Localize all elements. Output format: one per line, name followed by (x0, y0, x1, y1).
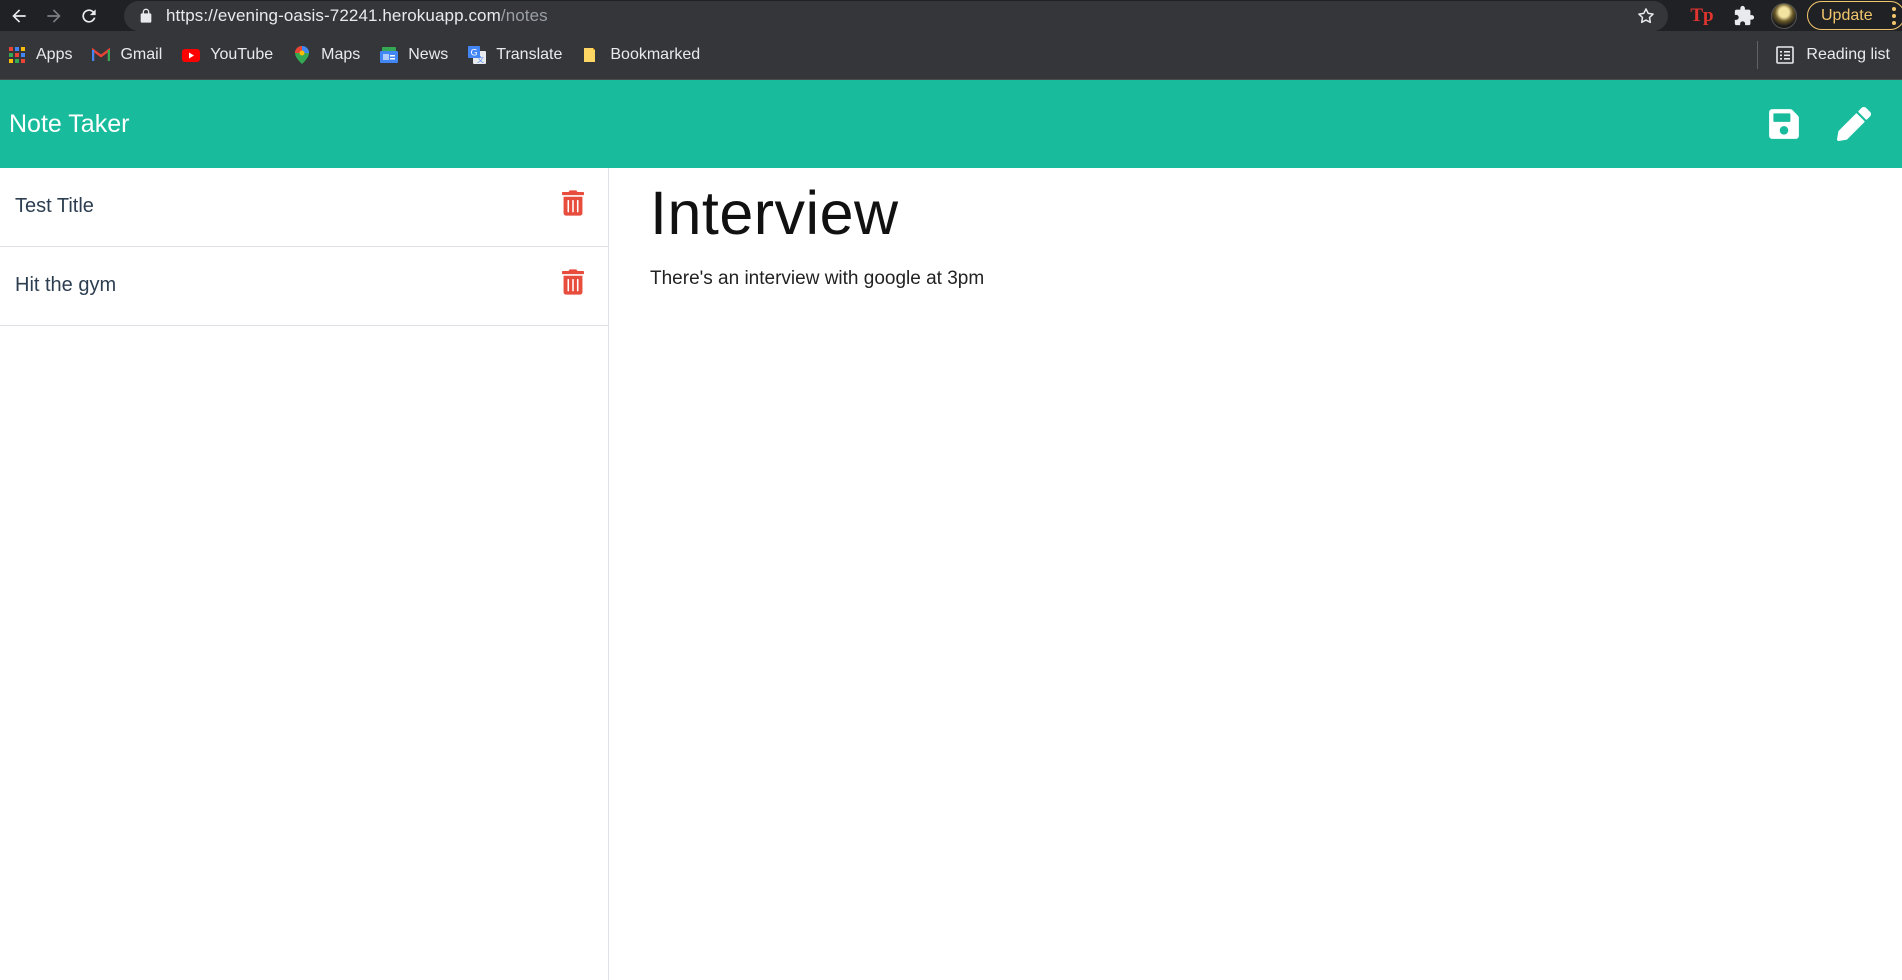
youtube-icon (182, 46, 201, 64)
note-list: Test Title Hit the gym (0, 168, 609, 980)
bookmark-gmail[interactable]: Gmail (92, 41, 162, 69)
bookmark-label: YouTube (210, 46, 274, 63)
browser-toolbar: https://evening-oasis-72241.herokuapp.co… (0, 0, 1902, 31)
bookmark-label: Maps (321, 46, 361, 63)
save-icon[interactable] (1767, 107, 1801, 141)
forward-arrow-icon (47, 8, 61, 23)
folder-icon (582, 46, 600, 64)
bookmarks-bar: Apps Gmail YouTube Maps News G文 Translat… (0, 31, 1902, 80)
star-icon[interactable] (1636, 6, 1656, 26)
note-editor: Interview There's an interview with goog… (610, 168, 1902, 980)
url-text: https://evening-oasis-72241.herokuapp.co… (166, 6, 548, 26)
profile-avatar[interactable] (1771, 2, 1797, 29)
app-title[interactable]: Note Taker (9, 110, 129, 139)
note-text-area[interactable]: There's an interview with google at 3pm (650, 268, 984, 290)
reload-icon (82, 8, 96, 23)
bookmark-maps[interactable]: Maps (293, 41, 360, 69)
apps-grid-icon (8, 46, 26, 64)
url-domain: https://evening-oasis-72241.herokuapp.co… (166, 6, 501, 25)
note-item-title: Test Title (15, 194, 94, 217)
bookmark-label: Apps (36, 46, 73, 63)
reading-list-button[interactable]: Reading list (1757, 41, 1890, 69)
trash-icon[interactable] (562, 269, 584, 295)
bookmark-label: Translate (496, 46, 563, 63)
back-button[interactable] (3, 0, 35, 31)
app-navbar: Note Taker (0, 80, 1902, 168)
back-arrow-icon (12, 8, 26, 23)
reading-list-icon (1776, 46, 1795, 64)
address-bar[interactable]: https://evening-oasis-72241.herokuapp.co… (124, 1, 1668, 31)
reading-list-label: Reading list (1806, 46, 1890, 63)
news-icon (380, 46, 399, 64)
translate-icon: G文 (468, 46, 487, 64)
extension-tp-icon[interactable]: Tp (1687, 5, 1717, 27)
bookmark-label: Gmail (120, 46, 163, 63)
note-item-title: Hit the gym (15, 273, 117, 296)
note-list-item[interactable]: Hit the gym (0, 247, 608, 326)
update-button[interactable]: Update (1807, 1, 1902, 30)
bookmark-news[interactable]: News (380, 41, 448, 69)
forward-button[interactable] (38, 0, 70, 31)
bookmark-apps[interactable]: Apps (8, 41, 72, 69)
pencil-icon[interactable] (1837, 107, 1871, 141)
bookmark-translate[interactable]: G文 Translate (468, 41, 562, 69)
svg-text:文: 文 (477, 55, 484, 64)
menu-dots-icon (1892, 7, 1896, 25)
bookmark-bookmarked[interactable]: Bookmarked (582, 41, 700, 69)
maps-pin-icon (293, 46, 311, 64)
note-title-input[interactable]: Interview (650, 178, 899, 248)
bookmark-label: News (408, 46, 449, 63)
note-list-item[interactable]: Test Title (0, 168, 608, 247)
reload-button[interactable] (73, 0, 105, 31)
trash-icon[interactable] (562, 190, 584, 216)
update-label: Update (1821, 6, 1873, 24)
extensions-area: Tp Update (1682, 0, 1902, 31)
bookmark-label: Bookmarked (610, 46, 701, 63)
lock-icon (140, 8, 152, 23)
puzzle-icon[interactable] (1733, 5, 1755, 27)
url-path: /notes (500, 6, 548, 25)
gmail-icon (92, 46, 111, 64)
bookmark-youtube[interactable]: YouTube (182, 41, 273, 69)
